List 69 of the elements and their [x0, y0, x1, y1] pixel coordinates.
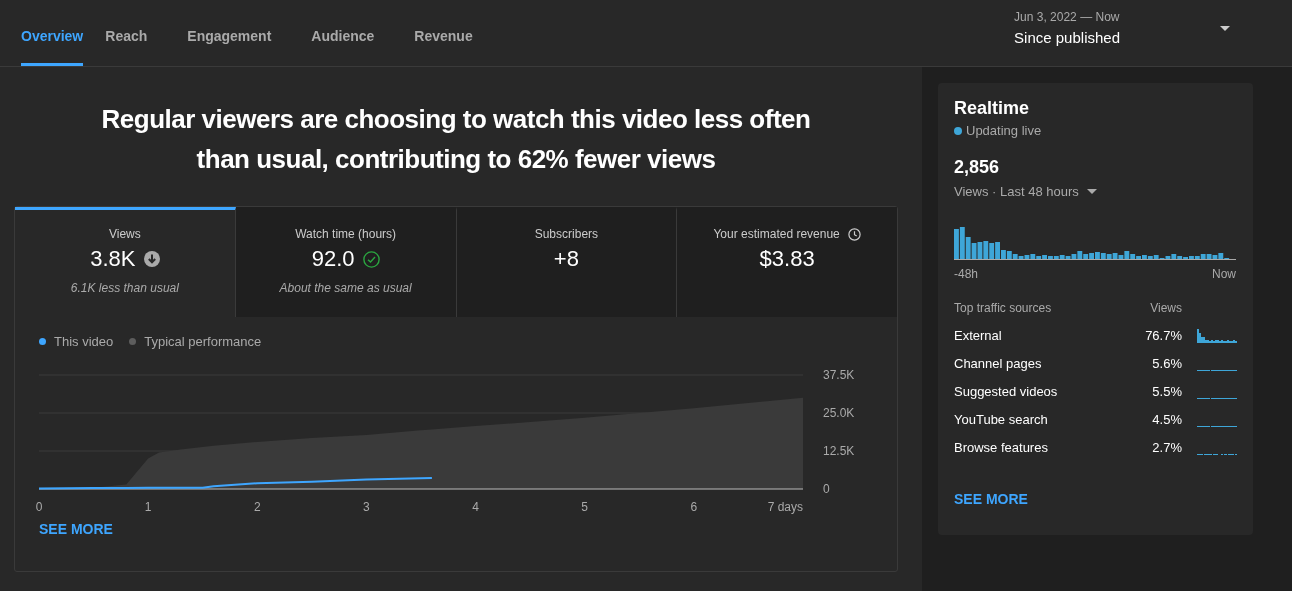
- tab[interactable]: Reach: [105, 0, 170, 66]
- axis-label: 1: [144, 500, 152, 514]
- metric-value: 92.0: [311, 246, 355, 272]
- axis-label: 4: [472, 500, 479, 514]
- axis-label: 12.5K: [823, 444, 855, 458]
- axis-label: 7 days: [767, 500, 803, 514]
- axis-label: 0: [823, 482, 830, 496]
- axis-label: 2: [253, 500, 261, 514]
- date-range-label: Since published: [1014, 29, 1120, 46]
- metric-value: $3.83: [759, 246, 815, 272]
- metric-tab[interactable]: Views 3.8K 6.1K less than usual: [15, 207, 236, 317]
- source-share: 5.5%: [1151, 383, 1182, 399]
- source-share: 76.7%: [1144, 327, 1182, 343]
- see-more-link[interactable]: SEE MORE: [39, 521, 113, 537]
- metric-label: Views: [108, 227, 141, 241]
- legend-dot: [129, 338, 137, 345]
- sparkline: [1197, 426, 1237, 427]
- metric-tab[interactable]: Subscribers +8: [456, 207, 678, 317]
- legend-label: This video: [54, 334, 114, 349]
- tab[interactable]: Overview: [21, 0, 84, 66]
- axis-label: 25.0K: [823, 406, 855, 420]
- tab[interactable]: Engagement: [187, 0, 294, 66]
- source-name: Channel pages: [954, 355, 1043, 371]
- axis-label: Now: [1212, 267, 1236, 281]
- metric-value: +8: [553, 246, 579, 272]
- metric-note: 6.1K less than usual: [70, 281, 179, 295]
- column-header: Views: [1149, 301, 1182, 315]
- caret-icon: [1220, 25, 1230, 31]
- legend-dot: [39, 338, 46, 345]
- column-header: Top traffic sources: [954, 301, 1053, 315]
- card-title: Realtime: [954, 98, 1031, 119]
- axis-label: 0: [35, 500, 43, 514]
- clock-icon: [847, 227, 861, 241]
- source-share: 2.7%: [1151, 439, 1182, 455]
- tab[interactable]: Revenue: [414, 0, 495, 66]
- source-name: Browse features: [954, 439, 1049, 455]
- tab[interactable]: Audience: [311, 0, 397, 66]
- metric-value: 3.8K: [90, 246, 136, 272]
- axis-label: 37.5K: [823, 368, 855, 382]
- metric-note: About the same as usual: [279, 281, 412, 295]
- metric-tab[interactable]: Your estimated revenue $3.83: [677, 207, 897, 317]
- period-dropdown[interactable]: Views · Last 48 hours: [954, 184, 1097, 199]
- headline: Regular viewers are choosing to watch this video less often than usual, contributing to 62% fewer views: [100, 103, 812, 176]
- check-circle-icon: [362, 250, 380, 268]
- date-range: Jun 3, 2022 — Now: [1014, 10, 1120, 24]
- metric-label: Your estimated revenue: [713, 227, 840, 241]
- views-count: 2,856: [954, 157, 1001, 178]
- date-range-dropdown[interactable]: Jun 3, 2022 — Now Since published: [1014, 0, 1292, 66]
- live-dot: [954, 126, 962, 135]
- metric-label: Watch time (hours): [295, 227, 397, 241]
- source-share: 5.6%: [1151, 355, 1182, 371]
- sparkline: [1197, 370, 1237, 371]
- axis-label: 3: [363, 500, 370, 514]
- sparkline: [1197, 398, 1237, 399]
- legend-label: Typical performance: [144, 334, 262, 349]
- axis-label: 5: [581, 500, 589, 514]
- source-name: YouTube search: [954, 411, 1049, 427]
- source-name: Suggested videos: [954, 383, 1059, 399]
- see-more-link[interactable]: SEE MORE: [954, 491, 1028, 507]
- live-status: Updating live: [966, 123, 1042, 138]
- caret-icon: [1086, 189, 1097, 194]
- metric-label: Subscribers: [534, 227, 599, 241]
- source-name: External: [954, 327, 1003, 343]
- axis-label: 6: [690, 500, 698, 514]
- axis-label: -48h: [954, 267, 979, 281]
- sparkline: [1197, 454, 1237, 455]
- metric-tab[interactable]: Watch time (hours) 92.0 About the same as usual: [235, 207, 457, 317]
- sparkline: [1197, 327, 1237, 343]
- source-share: 4.5%: [1151, 411, 1182, 427]
